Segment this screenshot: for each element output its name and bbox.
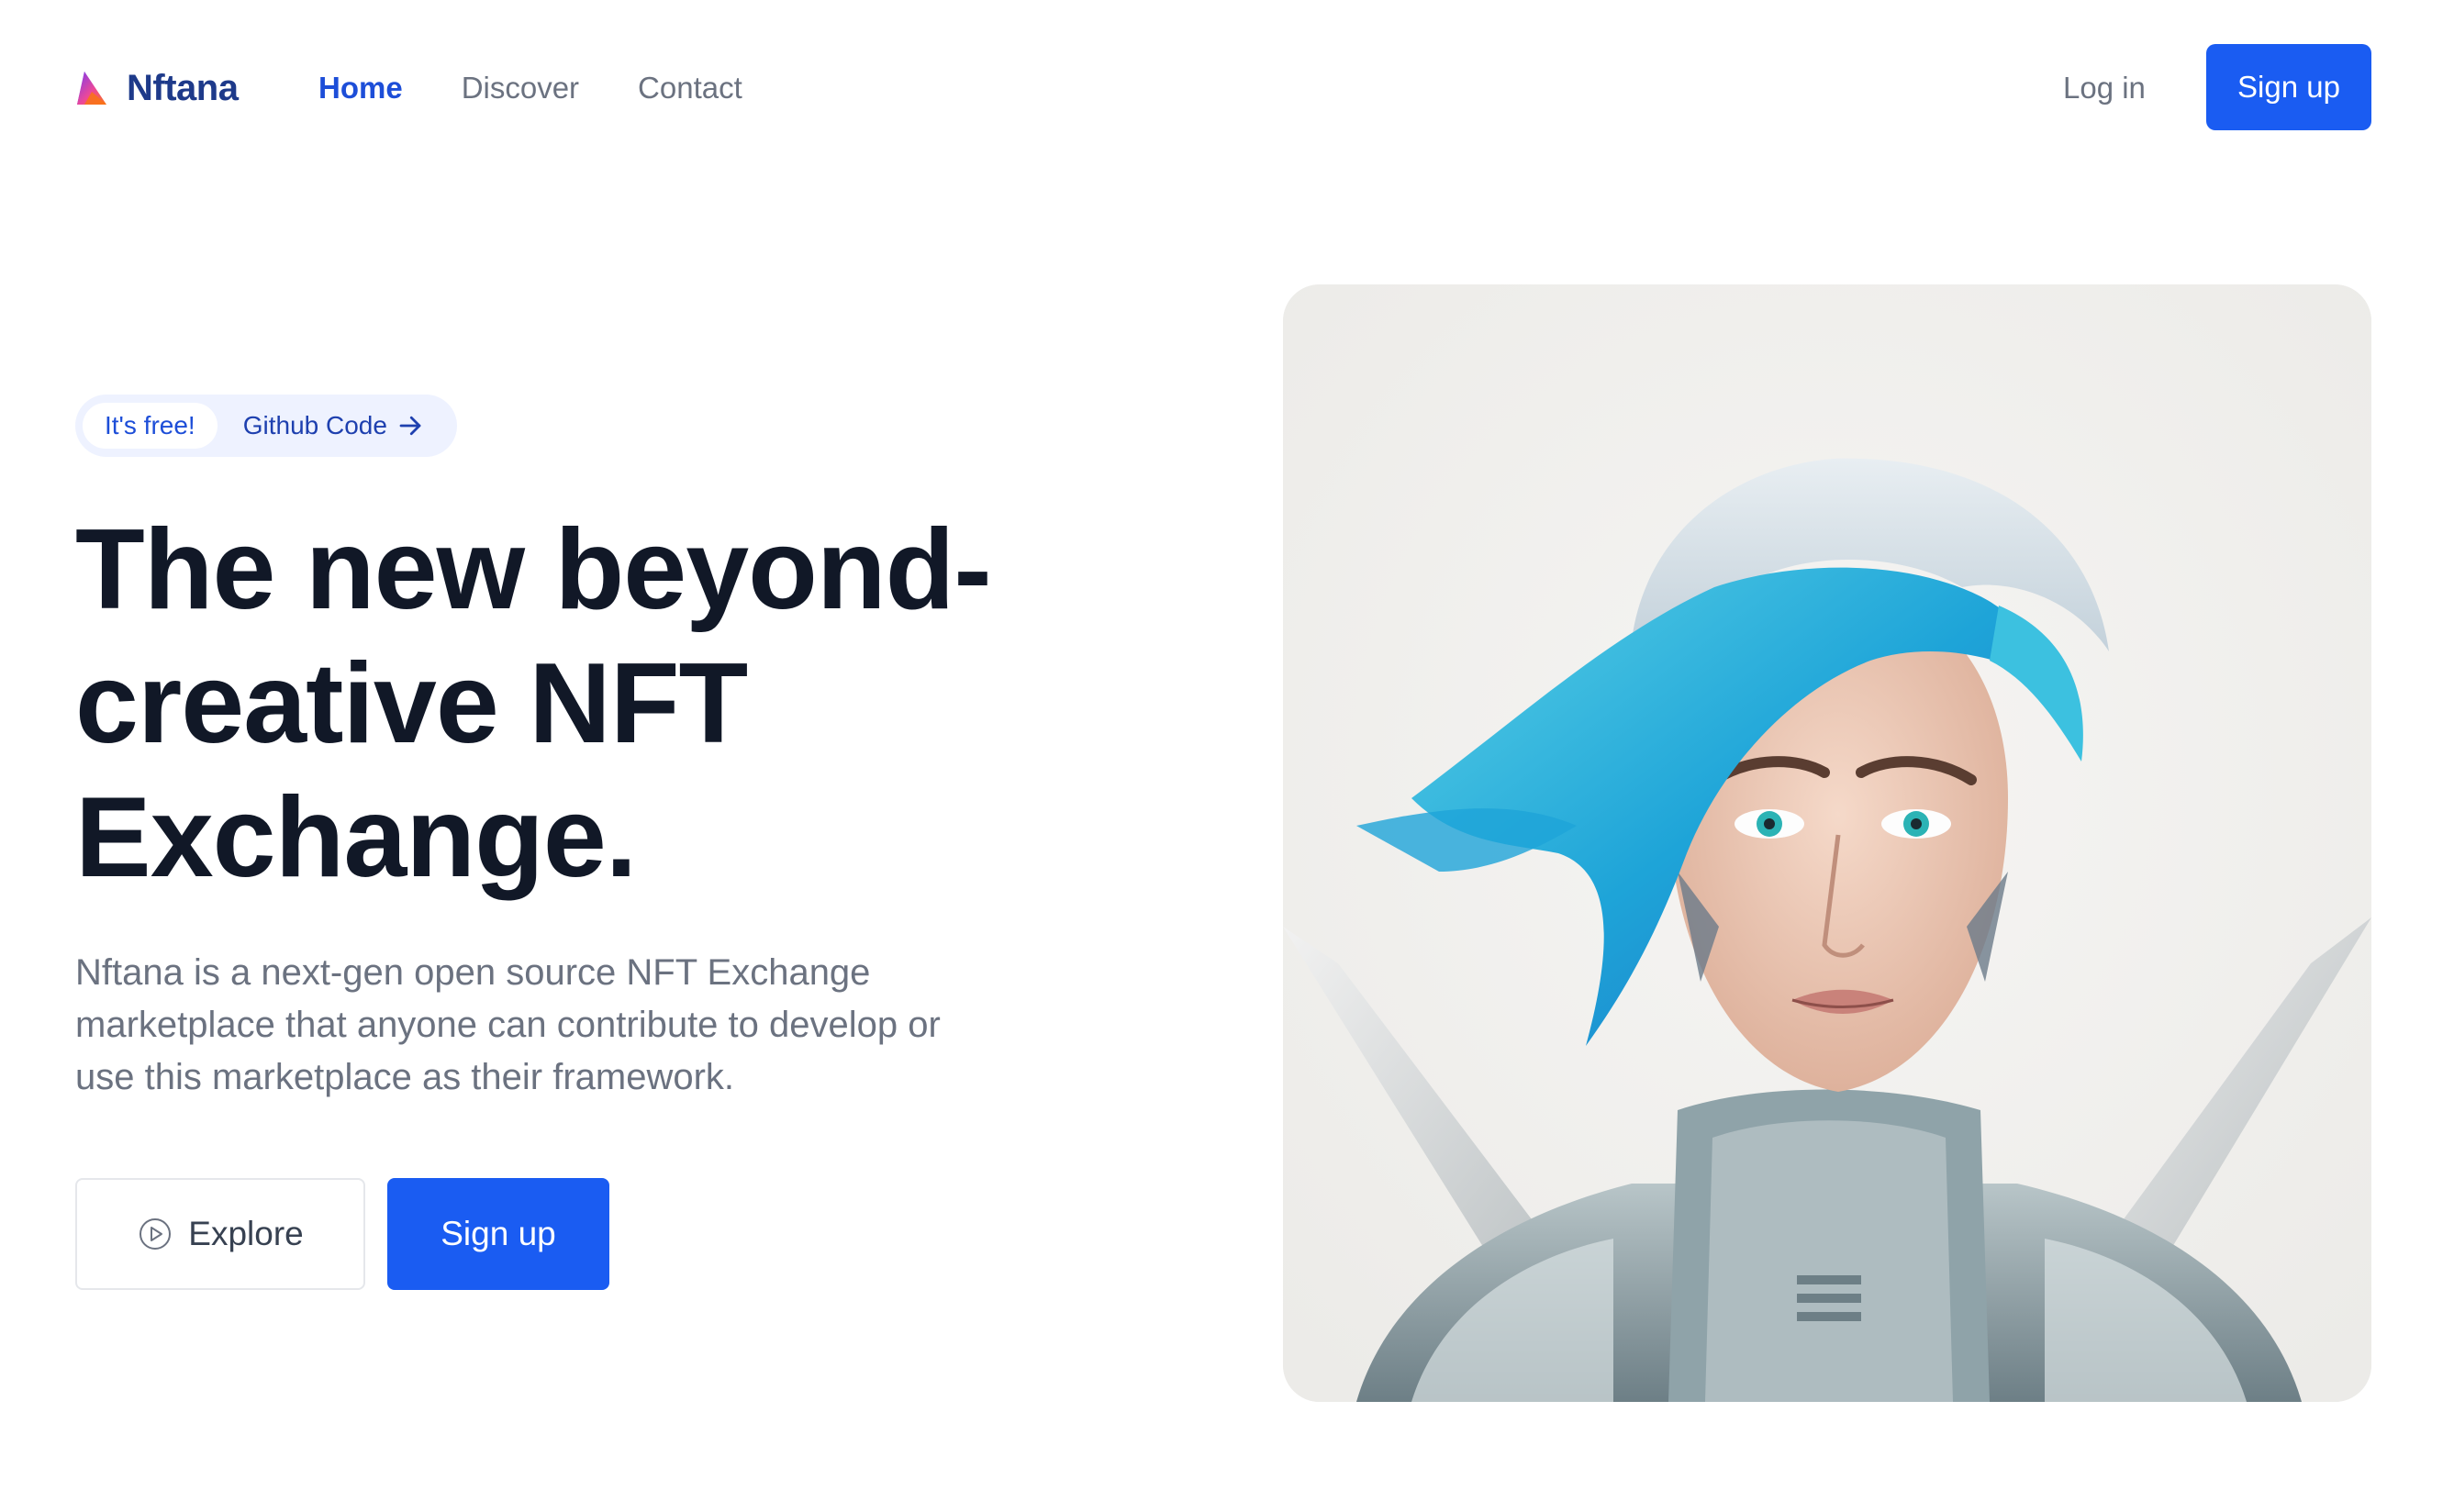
hero-headline: The new beyond- creative NFT Exchange. — [75, 503, 1140, 905]
hero-nft-artwork — [1283, 284, 2371, 1402]
nav-link-contact[interactable]: Contact — [638, 71, 742, 106]
arrow-right-icon — [399, 416, 421, 436]
nav-signup-button[interactable]: Sign up — [2206, 44, 2371, 130]
free-pill: It's free! — [83, 403, 218, 449]
login-link[interactable]: Log in — [2063, 66, 2146, 110]
announcement-badge: It's free! Github Code — [75, 395, 457, 457]
nav-link-home[interactable]: Home — [318, 71, 403, 106]
description-line: marketplace that anyone can contribute t… — [75, 1005, 941, 1045]
headline-line: The new beyond- — [75, 506, 992, 633]
nav-link-discover[interactable]: Discover — [462, 71, 579, 106]
headline-line: creative NFT — [75, 640, 748, 767]
hero-signup-button[interactable]: Sign up — [387, 1178, 609, 1290]
hero-description: Nftana is a next-gen open source NFT Exc… — [75, 947, 993, 1104]
brand-logo[interactable]: Nftana — [75, 64, 239, 112]
main-nav: Home Discover Contact — [318, 66, 801, 110]
explore-button[interactable]: Explore — [75, 1178, 365, 1290]
nft-portrait-illustration — [1283, 284, 2371, 1402]
headline-line: Exchange. — [75, 774, 637, 901]
play-circle-icon — [139, 1218, 172, 1250]
description-line: use this marketplace as their framework. — [75, 1057, 735, 1097]
github-code-link[interactable]: Github Code — [243, 411, 424, 440]
github-code-label: Github Code — [242, 411, 387, 439]
explore-label: Explore — [188, 1215, 304, 1252]
brand-name: Nftana — [127, 67, 239, 108]
description-line: Nftana is a next-gen open source NFT Exc… — [75, 952, 871, 993]
landing-page: Nftana Home Discover Contact Log in Sign… — [0, 0, 2454, 1512]
top-nav: Nftana Home Discover Contact Log in Sign… — [0, 0, 2454, 174]
brand-logo-icon — [77, 72, 106, 105]
